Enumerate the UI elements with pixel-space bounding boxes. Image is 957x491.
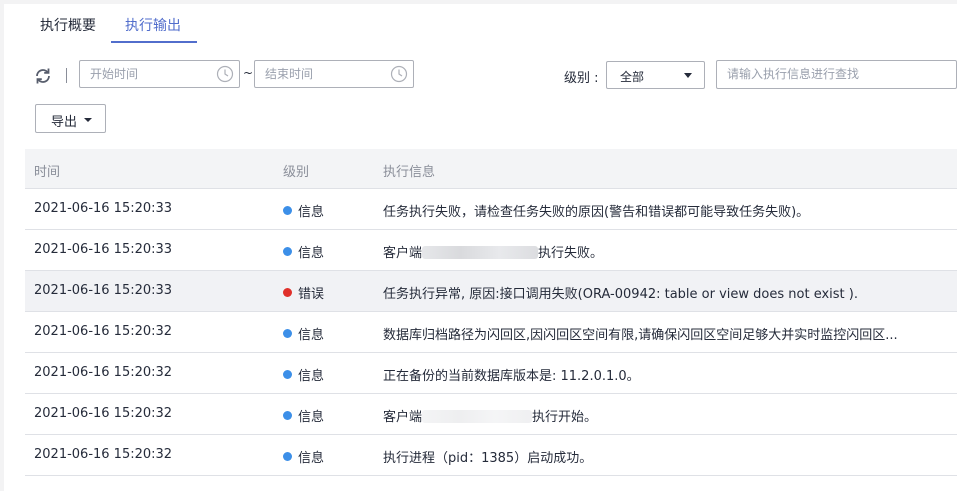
row-time: 2021-06-16 15:20:32 xyxy=(34,365,173,380)
start-time-picker[interactable] xyxy=(79,60,240,88)
row-message: 执行进程（pid：1385）启动成功。 xyxy=(383,451,593,466)
error-status-dot xyxy=(283,288,292,297)
refresh-icon[interactable] xyxy=(33,66,53,86)
info-status-dot xyxy=(283,329,292,338)
row-message: 正在备份的当前数据库版本是: 11.2.0.1.0。 xyxy=(383,369,640,384)
table-row: 2021-06-16 15:20:32 信息 正在备份的当前数据库版本是: 11… xyxy=(25,353,957,394)
message-suffix: 执行失败。 xyxy=(538,246,604,261)
row-level: 信息 xyxy=(298,369,325,384)
row-message: 任务执行失败，请检查任务失败的原因(警告和错误都可能导致任务失败)。 xyxy=(383,205,810,220)
row-time: 2021-06-16 15:20:32 xyxy=(34,406,173,421)
end-time-input[interactable] xyxy=(265,66,385,82)
tab-execution-summary[interactable]: 执行概要 xyxy=(40,14,96,44)
toolbar-divider xyxy=(66,68,67,83)
level-filter-label: 级别 : xyxy=(564,71,599,86)
tab-bar: 执行概要 执行输出 xyxy=(4,4,957,44)
chevron-down-icon xyxy=(684,73,692,78)
clock-icon[interactable] xyxy=(390,65,408,83)
level-filter-value: 全部 xyxy=(620,70,645,84)
row-time: 2021-06-16 15:20:33 xyxy=(34,283,173,298)
message-search-box[interactable] xyxy=(716,60,957,89)
row-message: 客户端 执行开始。 xyxy=(383,406,597,425)
row-time: 2021-06-16 15:20:33 xyxy=(34,242,173,257)
table-row: 2021-06-16 15:20:32 信息 数据库归档路径为闪回区,因闪回区空… xyxy=(25,312,957,353)
row-time: 2021-06-16 15:20:33 xyxy=(34,201,173,216)
message-prefix: 客户端 xyxy=(383,410,423,425)
table-row: 2021-06-16 15:20:33 信息 客户端 执行失败。 xyxy=(25,230,957,271)
export-label: 导出 xyxy=(51,115,78,130)
search-input[interactable] xyxy=(727,66,927,82)
level-filter-select[interactable]: 全部 xyxy=(606,61,705,89)
table-header: 时间 级别 执行信息 xyxy=(25,149,957,189)
row-level: 信息 xyxy=(298,246,325,261)
active-tab-indicator xyxy=(111,41,197,43)
message-suffix: 执行开始。 xyxy=(532,410,598,425)
table-row[interactable]: 2021-06-16 15:20:33 错误 任务执行异常, 原因:接口调用失败… xyxy=(25,271,957,312)
info-status-dot xyxy=(283,411,292,420)
info-status-dot xyxy=(283,247,292,256)
date-range-separator: ~ xyxy=(243,66,254,80)
row-message: 数据库归档路径为闪回区,因闪回区空间有限,请确保闪回区空间足够大并实时监控闪回区… xyxy=(383,328,898,343)
message-prefix: 客户端 xyxy=(383,246,423,261)
tab-execution-output[interactable]: 执行输出 xyxy=(125,14,181,44)
clock-icon[interactable] xyxy=(216,65,234,83)
info-status-dot xyxy=(283,206,292,215)
row-time: 2021-06-16 15:20:32 xyxy=(34,324,173,339)
row-message: 任务执行异常, 原因:接口调用失败(ORA-00942: table or vi… xyxy=(383,287,858,302)
column-header-level: 级别 xyxy=(283,165,310,180)
export-button[interactable]: 导出 xyxy=(35,104,106,133)
table-row: 2021-06-16 15:20:32 信息 客户端 执行开始。 xyxy=(25,394,957,435)
caret-down-icon xyxy=(84,118,92,122)
row-level: 信息 xyxy=(298,205,325,220)
row-level: 错误 xyxy=(298,287,325,302)
row-time: 2021-06-16 15:20:32 xyxy=(34,447,173,462)
column-header-time: 时间 xyxy=(34,165,61,180)
redacted-client-name xyxy=(422,246,539,259)
row-message: 客户端 执行失败。 xyxy=(383,242,603,261)
redacted-client-name xyxy=(422,410,533,423)
end-time-picker[interactable] xyxy=(254,60,414,88)
info-status-dot xyxy=(283,452,292,461)
row-level: 信息 xyxy=(298,328,325,343)
column-header-message: 执行信息 xyxy=(383,165,436,180)
info-status-dot xyxy=(283,370,292,379)
row-level: 信息 xyxy=(298,451,325,466)
table-row: 2021-06-16 15:20:32 信息 执行进程（pid：1385）启动成… xyxy=(25,435,957,476)
execution-panel: 执行概要 执行输出 ~ 级别 : 全部 导出 时 xyxy=(4,4,957,491)
table-row: 2021-06-16 15:20:33 信息 任务执行失败，请检查任务失败的原因… xyxy=(25,189,957,230)
start-time-input[interactable] xyxy=(90,66,210,82)
row-level: 信息 xyxy=(298,410,325,425)
